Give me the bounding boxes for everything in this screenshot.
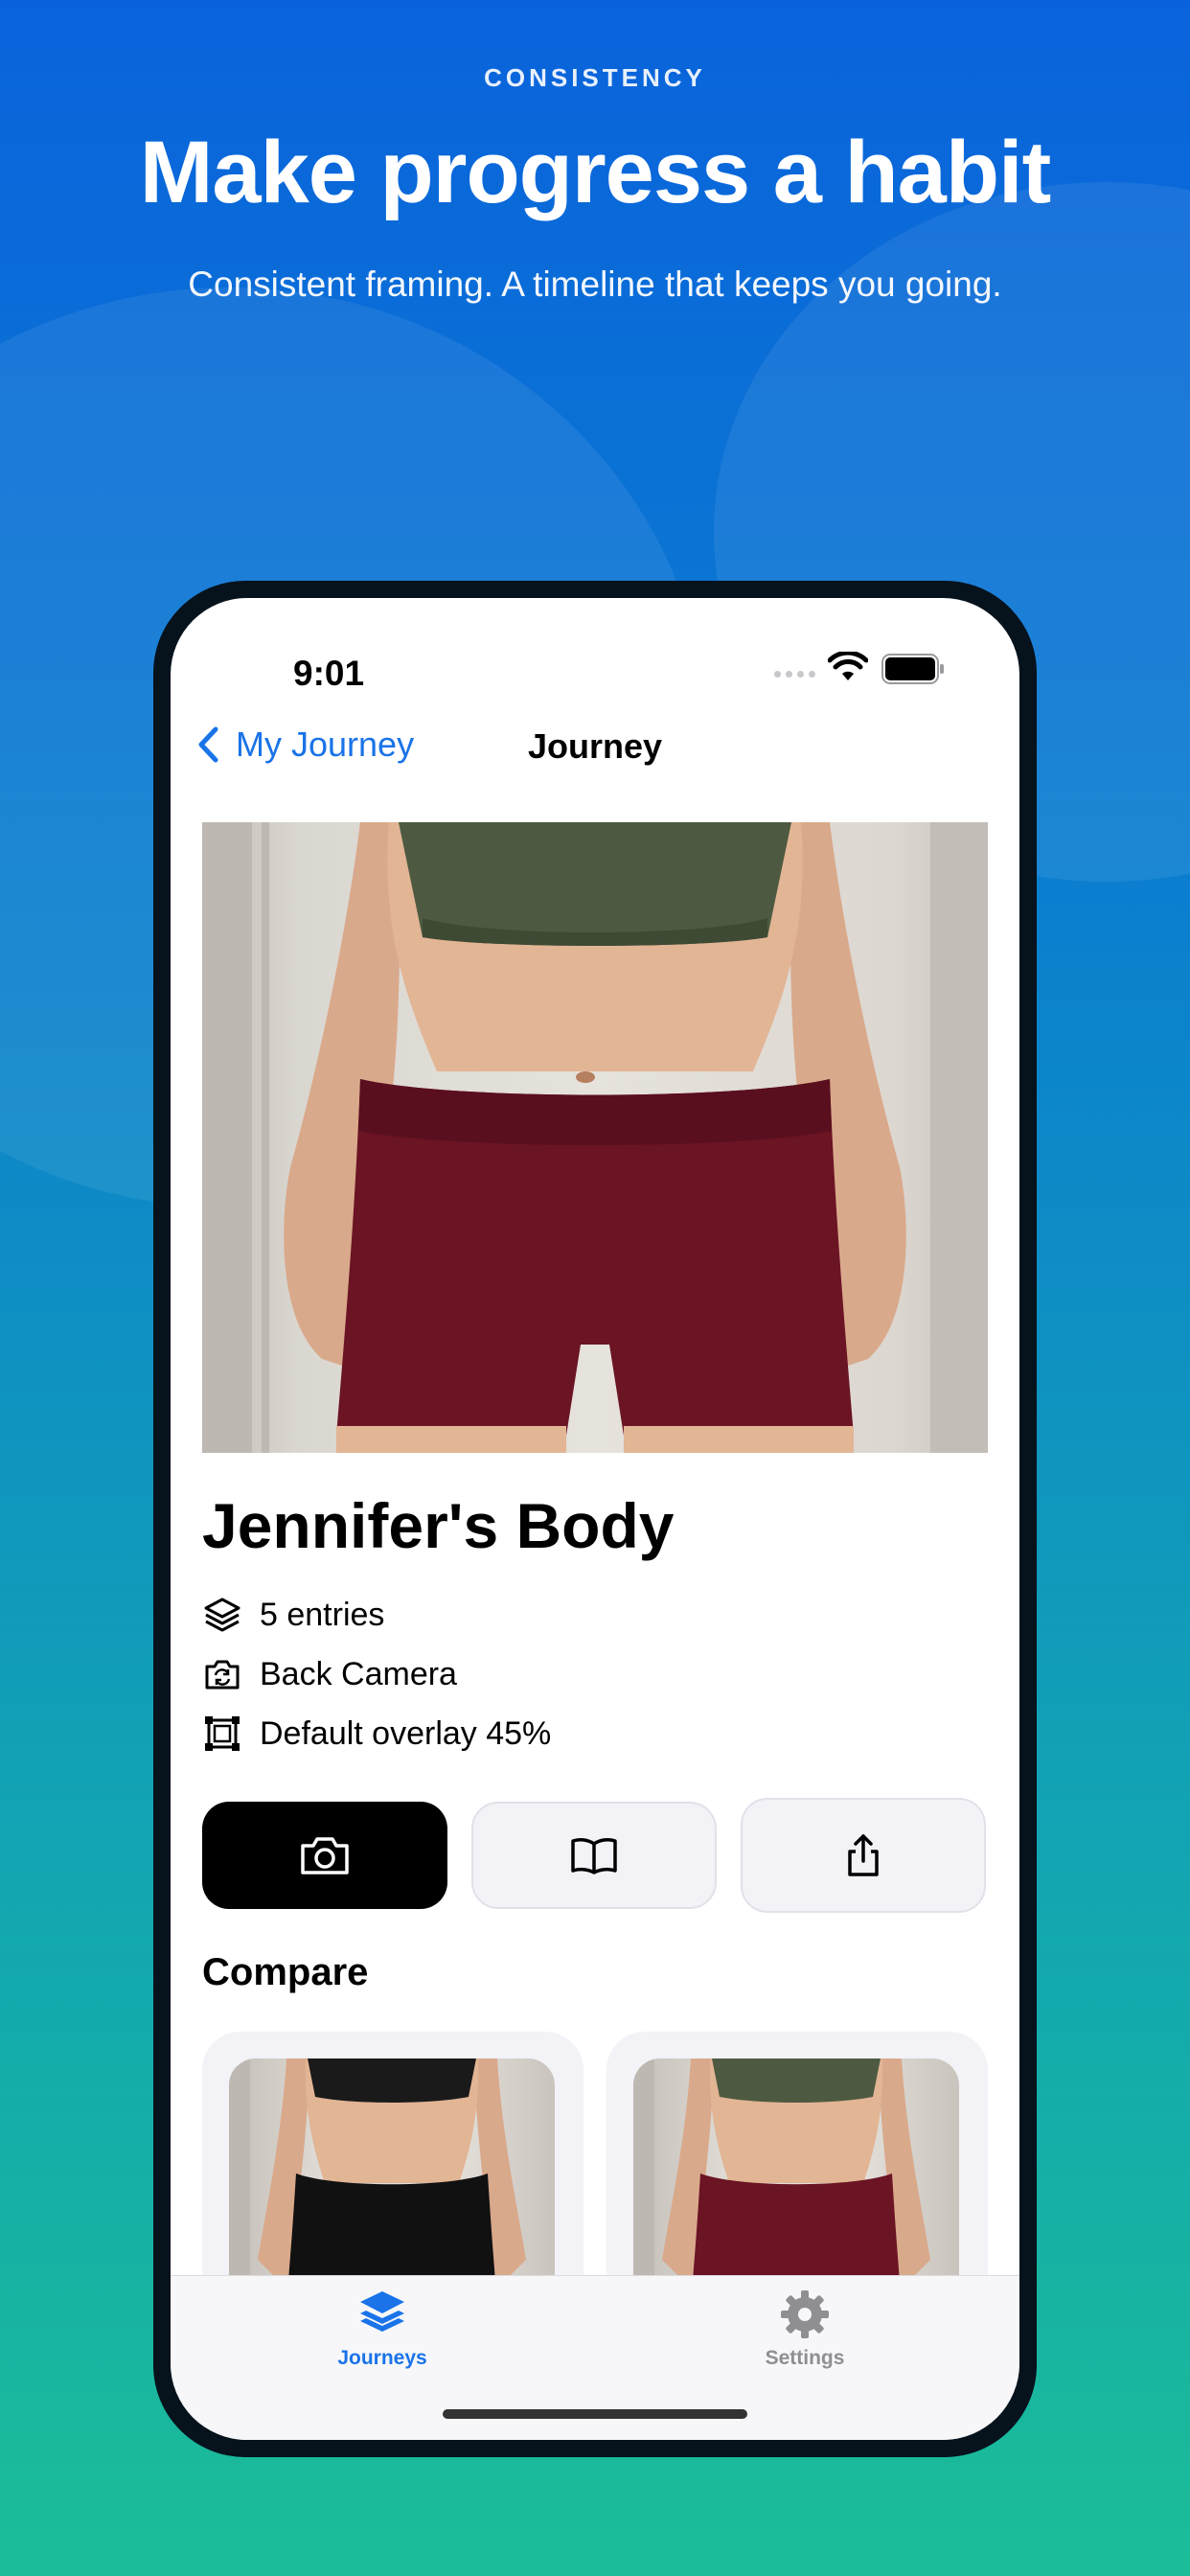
entries-count: 5 entries bbox=[260, 1596, 385, 1633]
share-button[interactable] bbox=[741, 1798, 986, 1913]
body-photo-illustration bbox=[202, 822, 988, 1453]
home-indicator[interactable] bbox=[443, 2409, 747, 2419]
journal-button[interactable] bbox=[471, 1802, 717, 1909]
overlay-label: Default overlay 45% bbox=[260, 1714, 552, 1752]
camera-row: Back Camera bbox=[202, 1654, 457, 1694]
gear-icon bbox=[781, 2290, 829, 2338]
overlay-icon bbox=[205, 1716, 240, 1751]
share-icon bbox=[848, 1834, 879, 1876]
stack-icon bbox=[360, 2291, 404, 2332]
nav-title: Journey bbox=[527, 726, 663, 766]
status-time: 9:01 bbox=[293, 654, 365, 693]
tab-settings-label: Settings bbox=[765, 2347, 845, 2369]
phone-screen: 9:01 My Journey Journey Jennifer's Body … bbox=[171, 598, 1019, 2440]
tab-settings[interactable]: Settings bbox=[709, 2288, 901, 2370]
camera-rotate-icon bbox=[205, 1660, 240, 1690]
book-icon bbox=[571, 1838, 617, 1874]
phone-frame: 9:01 My Journey Journey Jennifer's Body … bbox=[153, 581, 1037, 2457]
marketing-canvas: CONSISTENCY Make progress a habit Consis… bbox=[0, 0, 1190, 2576]
layers-icon bbox=[204, 1598, 240, 1632]
tab-journeys[interactable]: Journeys bbox=[286, 2288, 478, 2370]
wifi-icon bbox=[828, 652, 868, 680]
hero-eyebrow: CONSISTENCY bbox=[484, 63, 706, 92]
journey-name: Jennifer's Body bbox=[202, 1490, 675, 1561]
overlay-row: Default overlay 45% bbox=[202, 1714, 551, 1754]
battery-icon bbox=[881, 654, 944, 684]
compare-section-title: Compare bbox=[202, 1951, 369, 1993]
hero-subtitle: Consistent framing. A timeline that keep… bbox=[188, 264, 1002, 304]
entries-row: 5 entries bbox=[202, 1595, 384, 1635]
tab-journeys-label: Journeys bbox=[337, 2347, 427, 2369]
camera-icon bbox=[301, 1837, 349, 1874]
cellular-signal-icon bbox=[774, 671, 815, 678]
hero-title: Make progress a habit bbox=[139, 124, 1051, 221]
journey-cover-photo[interactable] bbox=[202, 822, 988, 1453]
camera-label: Back Camera bbox=[260, 1655, 457, 1692]
take-photo-button[interactable] bbox=[202, 1802, 447, 1909]
